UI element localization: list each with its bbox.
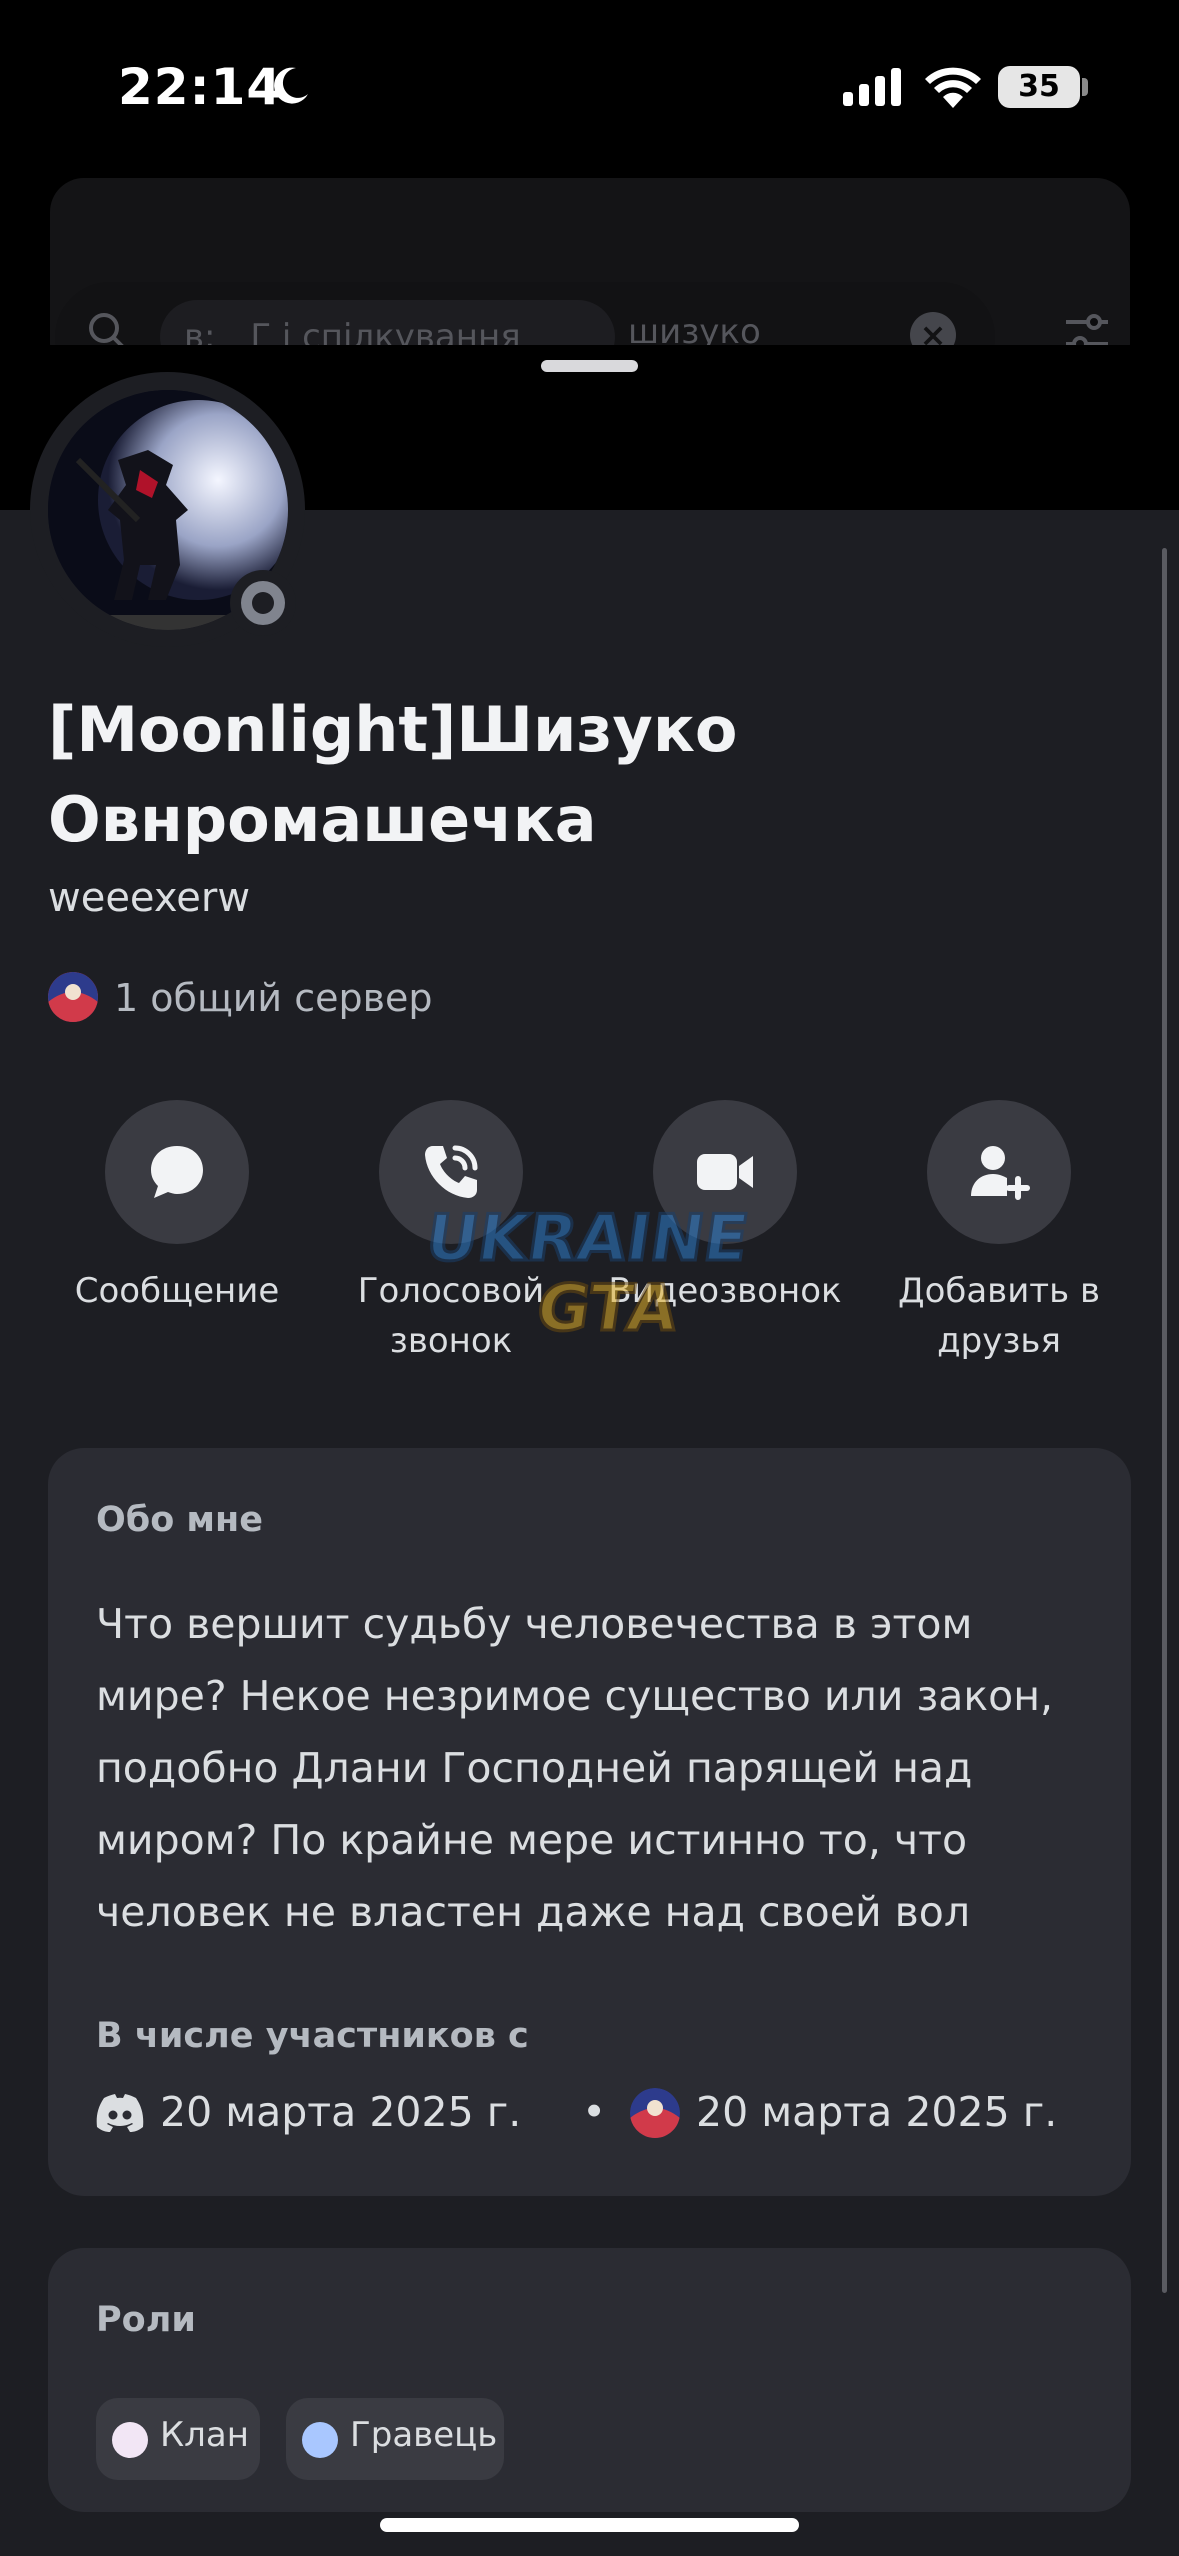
watermark-logo: UKRAINE GTA bbox=[424, 1200, 755, 1348]
add-friend-button-label: Добавить в друзья bbox=[898, 1271, 1100, 1361]
svg-text:GTA: GTA bbox=[532, 1271, 682, 1346]
roles-card: Роли Клан Гравець bbox=[48, 2248, 1131, 2512]
status-bar: 22:14 35 bbox=[0, 0, 1179, 175]
sheet-drag-handle[interactable] bbox=[541, 360, 638, 372]
role-pill-klan[interactable]: Клан bbox=[96, 2398, 260, 2480]
message-button-label: Сообщение bbox=[74, 1271, 280, 1311]
discord-logo-icon bbox=[96, 2094, 144, 2132]
role-pill-gravets[interactable]: Гравець bbox=[286, 2398, 504, 2480]
server-join-date: 20 марта 2025 г. bbox=[696, 2088, 1058, 2136]
mutual-servers-label: 1 общий сервер bbox=[114, 976, 433, 1020]
home-indicator[interactable] bbox=[380, 2518, 799, 2532]
svg-text:UKRAINE: UKRAINE bbox=[424, 1201, 753, 1276]
roles-title: Роли bbox=[96, 2300, 196, 2340]
moon-icon bbox=[274, 67, 308, 104]
cellular-signal-icon bbox=[843, 68, 901, 106]
add-friend-button[interactable]: Добавить в друзья bbox=[869, 1100, 1129, 1366]
username[interactable]: weeexerw bbox=[48, 875, 250, 921]
about-title: Обо мне bbox=[96, 1500, 263, 1540]
message-button[interactable]: Сообщение bbox=[47, 1100, 307, 1316]
role-label: Клан bbox=[160, 2415, 249, 2455]
message-bubble-icon bbox=[151, 1146, 203, 1198]
battery-icon: 35 bbox=[998, 66, 1080, 108]
server-icon bbox=[630, 2088, 680, 2138]
discord-join-date: 20 марта 2025 г. bbox=[160, 2088, 522, 2136]
server-icon bbox=[48, 972, 98, 1022]
battery-level: 35 bbox=[1018, 69, 1060, 104]
role-color-dot bbox=[302, 2422, 338, 2458]
date-separator: • bbox=[582, 2088, 607, 2136]
scrollbar[interactable] bbox=[1162, 548, 1167, 2293]
message-button-circle[interactable] bbox=[105, 1100, 249, 1244]
member-since-row: 20 марта 2025 г. • 20 марта 2025 г. bbox=[96, 2088, 1096, 2148]
add-friend-button-circle[interactable] bbox=[927, 1100, 1071, 1244]
add-friend-icon bbox=[971, 1146, 1030, 1200]
role-label: Гравець bbox=[350, 2415, 498, 2455]
about-text: Что вершит судьбу человечества в этом ми… bbox=[96, 1600, 1054, 1936]
member-since-title: В числе участников с bbox=[96, 2016, 529, 2056]
wifi-icon bbox=[925, 67, 981, 108]
offline-status-hole bbox=[252, 592, 274, 614]
status-time: 22:14 bbox=[118, 58, 283, 116]
display-name: [Moonlight]Шизуко Овнромашечка bbox=[48, 693, 738, 856]
about-card: Обо мне Что вершит судьбу человечества в… bbox=[48, 1448, 1131, 2196]
battery-tip bbox=[1082, 78, 1088, 96]
role-color-dot bbox=[112, 2422, 148, 2458]
